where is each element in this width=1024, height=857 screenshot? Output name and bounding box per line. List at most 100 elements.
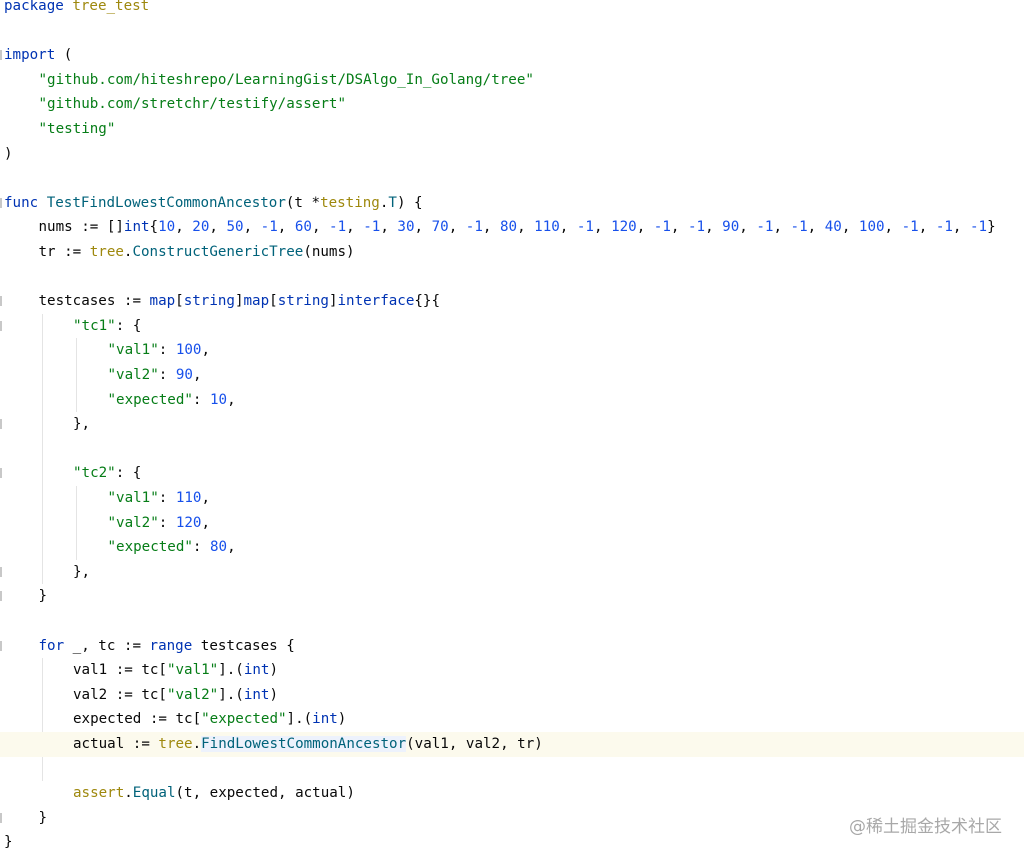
- code-token: -1: [790, 219, 808, 236]
- code-token: -1: [756, 219, 774, 236]
- code-token: 120: [611, 219, 637, 236]
- code-token: },: [73, 563, 91, 580]
- code-token: ,: [201, 342, 211, 359]
- code-token: "github.com/stretchr/testify/assert": [38, 96, 347, 113]
- code-token: ,: [773, 219, 791, 236]
- code-token: 70: [431, 219, 449, 236]
- code-token: 60: [294, 219, 312, 236]
- code-token: "github.com/hiteshrepo/LearningGist/DSAl…: [38, 71, 534, 88]
- code-token: (t, expected, actual): [175, 785, 355, 802]
- code-token: ) {: [396, 194, 423, 211]
- code-line[interactable]: "val2": 120,: [0, 511, 1024, 536]
- code-token: (: [55, 47, 73, 64]
- watermark: @稀土掘金技术社区: [849, 817, 1002, 837]
- code-token: "val1": [107, 490, 159, 506]
- code-line[interactable]: ): [0, 142, 1024, 167]
- code-token: ,: [739, 219, 757, 236]
- code-token: val1 := tc[: [73, 662, 167, 679]
- code-line[interactable]: "val1": 100,: [0, 338, 1024, 363]
- code-line[interactable]: val2 := tc["val2"].(int): [0, 683, 1024, 708]
- code-line[interactable]: "val2": 90,: [0, 363, 1024, 388]
- code-line[interactable]: expected := tc["expected"].(int): [0, 707, 1024, 732]
- code-editor[interactable]: package tree_testimport ( "github.com/hit…: [0, 0, 1024, 857]
- code-line[interactable]: },: [0, 412, 1024, 437]
- code-line[interactable]: "expected": 80,: [0, 535, 1024, 560]
- code-token: ,: [517, 219, 535, 236]
- code-token: -1: [687, 219, 706, 236]
- code-token: interface: [337, 293, 415, 310]
- code-line[interactable]: package tree_test: [0, 0, 1024, 19]
- code-token: "expected": [107, 539, 193, 556]
- code-token: ].(: [218, 662, 244, 679]
- code-token: -1: [363, 219, 381, 236]
- code-token: (val1, val2, tr): [406, 736, 543, 752]
- code-token: 10: [210, 391, 228, 408]
- code-token: FindLowestCommonAncestor: [201, 736, 407, 752]
- code-token: ,: [841, 219, 859, 236]
- code-line[interactable]: [0, 609, 1024, 634]
- code-line[interactable]: "github.com/hiteshrepo/LearningGist/DSAl…: [0, 68, 1024, 93]
- code-line[interactable]: func TestFindLowestCommonAncestor(t *tes…: [0, 191, 1024, 216]
- code-line[interactable]: "testing": [0, 117, 1024, 142]
- code-line[interactable]: "tc1": {: [0, 314, 1024, 339]
- code-token: :: [158, 342, 176, 359]
- code-token: 100: [858, 219, 885, 236]
- code-token: 30: [397, 219, 415, 236]
- code-token: map: [243, 293, 270, 310]
- code-line[interactable]: val1 := tc["val1"].(int): [0, 658, 1024, 683]
- code-token: val2 := tc[: [73, 686, 167, 703]
- code-token: ): [4, 145, 13, 162]
- code-token: {}{: [414, 293, 440, 310]
- code-token: }: [987, 219, 996, 236]
- code-token: ,: [414, 219, 432, 236]
- code-token: 90: [175, 367, 193, 383]
- code-token: package: [4, 0, 64, 14]
- code-token: "val2": [166, 686, 219, 703]
- code-line[interactable]: testcases := map[string]map[string]inter…: [0, 289, 1024, 314]
- code-token: -1: [329, 219, 347, 236]
- code-token: {: [149, 219, 159, 236]
- code-token: assert: [73, 785, 125, 802]
- code-token: "tc1": [73, 317, 116, 334]
- code-token: "val1": [166, 662, 219, 679]
- code-line[interactable]: [0, 19, 1024, 44]
- code-token: (nums): [303, 244, 355, 260]
- code-token: ,: [952, 219, 970, 236]
- code-line[interactable]: [0, 265, 1024, 290]
- code-line[interactable]: [0, 757, 1024, 782]
- code-token: [: [269, 293, 278, 310]
- code-line[interactable]: [0, 166, 1024, 191]
- code-token: tr :=: [38, 244, 90, 260]
- code-token: Equal: [132, 785, 176, 802]
- code-line[interactable]: },: [0, 560, 1024, 585]
- code-token: ,: [559, 219, 577, 236]
- code-token: ,: [201, 514, 211, 531]
- code-token: (t *: [285, 194, 321, 211]
- code-line[interactable]: nums := []int{10, 20, 50, -1, 60, -1, -1…: [0, 215, 1024, 240]
- current-code-line[interactable]: actual := tree.FindLowestCommonAncestor(…: [0, 732, 1024, 757]
- code-line[interactable]: "val1": 110,: [0, 486, 1024, 511]
- code-token: ,: [482, 219, 500, 236]
- code-line[interactable]: tr := tree.ConstructGenericTree(nums): [0, 240, 1024, 265]
- code-token: ,: [380, 219, 398, 236]
- code-token: ].(: [286, 711, 313, 728]
- code-token: ,: [705, 219, 723, 236]
- code-line[interactable]: import (: [0, 43, 1024, 68]
- code-token: 90: [722, 219, 740, 236]
- code-token: testing: [320, 194, 380, 211]
- code-line[interactable]: "github.com/stretchr/testify/assert": [0, 92, 1024, 117]
- code-line[interactable]: "tc2": {: [0, 461, 1024, 486]
- code-token: ,: [670, 219, 688, 236]
- code-token: ,: [448, 219, 466, 236]
- code-token: }: [4, 834, 13, 851]
- code-token: "val1": [107, 342, 159, 359]
- code-line[interactable]: for _, tc := range testcases {: [0, 634, 1024, 659]
- code-token: : {: [115, 317, 142, 334]
- code-token: testcases :=: [38, 293, 150, 310]
- code-line[interactable]: }: [0, 584, 1024, 609]
- code-token: expected := tc[: [73, 711, 202, 728]
- code-line[interactable]: [0, 437, 1024, 462]
- code-line[interactable]: assert.Equal(t, expected, actual): [0, 781, 1024, 806]
- code-line[interactable]: "expected": 10,: [0, 388, 1024, 413]
- code-token: int: [312, 711, 338, 728]
